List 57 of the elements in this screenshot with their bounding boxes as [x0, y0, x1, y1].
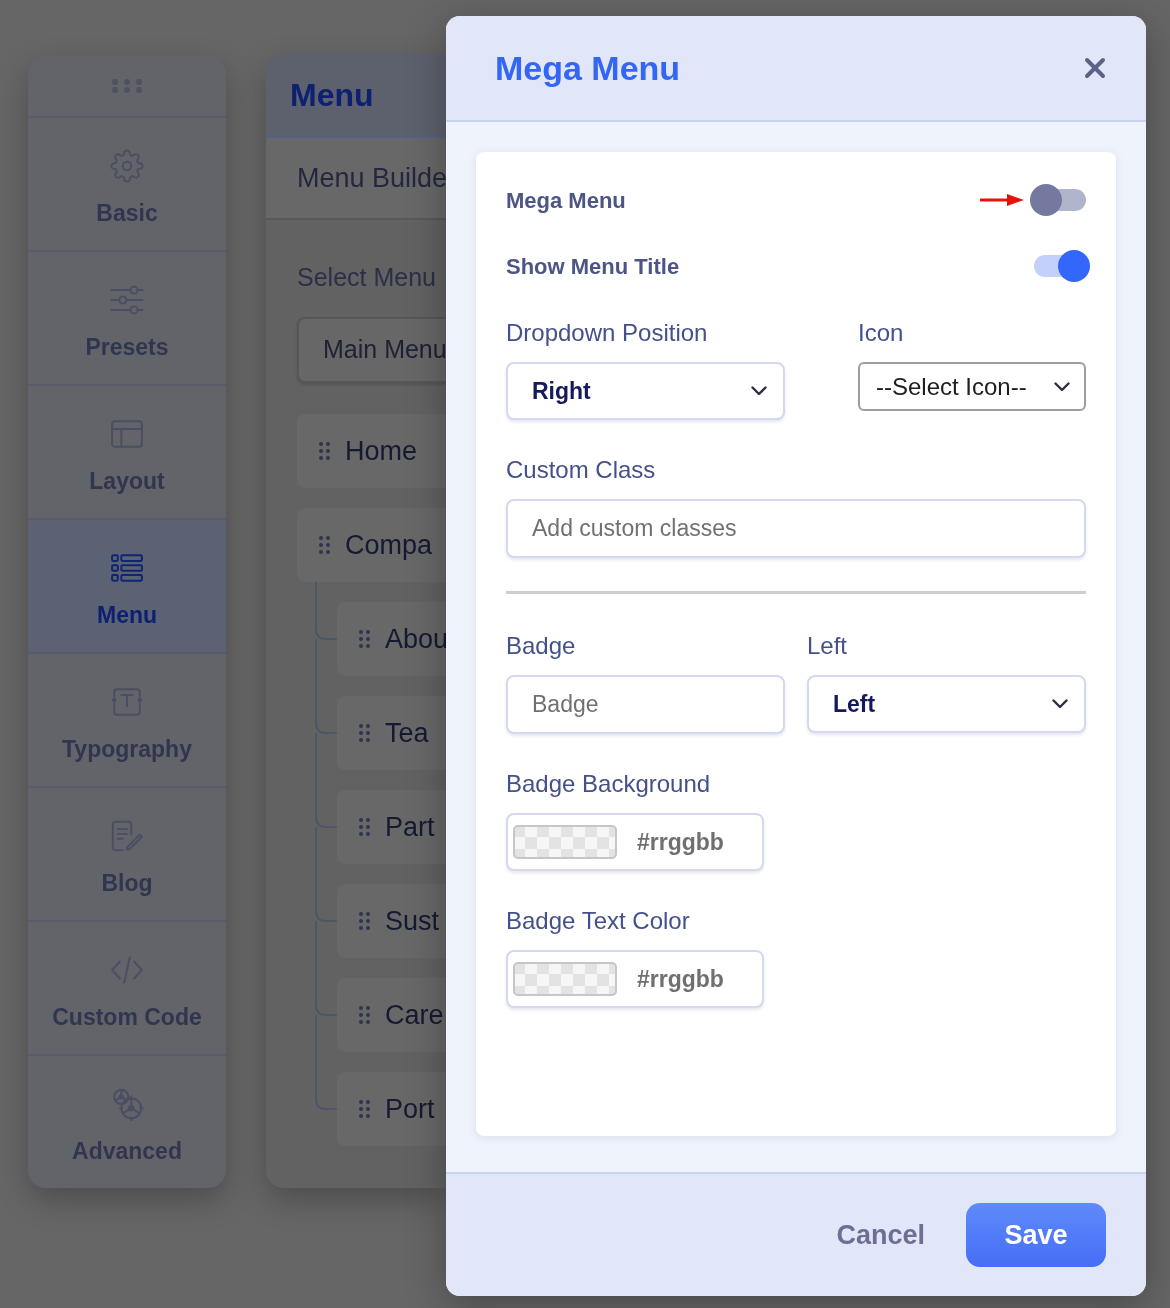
- text-input[interactable]: Badge: [506, 675, 785, 734]
- field-label: Badge Background: [506, 770, 712, 798]
- nav-item[interactable]: Sust: [337, 884, 446, 958]
- gears-icon: [110, 1087, 144, 1121]
- drag-handle-icon: [359, 630, 370, 648]
- document-pencil-icon: [110, 819, 144, 853]
- dropdown-select[interactable]: Right: [506, 362, 785, 420]
- save-button[interactable]: Save: [966, 1203, 1106, 1267]
- chevron-down-icon: [751, 386, 767, 396]
- hex-input[interactable]: #rrggbb: [637, 961, 747, 997]
- text-input[interactable]: Add custom classes: [506, 499, 1086, 558]
- panel-title: Menu: [290, 76, 374, 115]
- field-label: Dropdown Position: [506, 319, 709, 347]
- nav-item[interactable]: Home: [297, 414, 446, 488]
- list-icon: [110, 551, 144, 585]
- code-icon: [110, 953, 144, 987]
- dropdown-select[interactable]: Left: [807, 675, 1086, 733]
- field-label: Left: [807, 632, 849, 660]
- field-label: Select Menu: [297, 262, 437, 292]
- text-frame-icon: [110, 685, 144, 719]
- drag-handle-icon: [319, 442, 330, 460]
- hex-input[interactable]: #rrggbb: [637, 824, 747, 860]
- drag-handle-icon: [359, 724, 370, 742]
- gear-icon: [110, 149, 144, 183]
- nav-item[interactable]: Part: [337, 790, 446, 864]
- drag-handle-icon: [359, 912, 370, 930]
- drag-handle-icon: [359, 1100, 370, 1118]
- nav-item[interactable]: Care: [337, 978, 446, 1052]
- dialog-title: Mega Menu: [495, 47, 681, 89]
- cancel-button[interactable]: Cancel: [836, 1214, 925, 1256]
- sidebar-item[interactable]: Menu: [28, 518, 226, 652]
- field-label: Icon: [858, 319, 905, 347]
- builder-tab[interactable]: Menu Builde: [266, 138, 446, 220]
- color-swatch[interactable]: [513, 962, 617, 996]
- nav-item[interactable]: Port: [337, 1072, 446, 1146]
- chevron-down-icon: [1054, 381, 1070, 392]
- field-label: Badge: [506, 632, 577, 660]
- color-field[interactable]: #rrggbb: [506, 950, 764, 1008]
- nav-item[interactable]: Abou: [337, 602, 446, 676]
- drag-handle-icon: [359, 1006, 370, 1024]
- field-label: Custom Class: [506, 456, 657, 484]
- dropdown-select[interactable]: --Select Icon--: [858, 362, 1086, 411]
- field-label: Badge Text Color: [506, 907, 691, 935]
- close-icon: [1084, 57, 1106, 79]
- toggle-label: Mega Menu: [506, 186, 626, 215]
- nav-item[interactable]: Compa: [297, 508, 446, 582]
- color-swatch[interactable]: [513, 825, 617, 859]
- menu-select[interactable]: Main Menu: [297, 317, 446, 383]
- drag-handle-icon: [319, 536, 330, 554]
- close-button[interactable]: [1084, 57, 1106, 79]
- sliders-icon: [110, 283, 144, 317]
- drag-handle-icon: [359, 818, 370, 836]
- chevron-down-icon: [1052, 699, 1068, 709]
- toggle-label: Show Menu Title: [506, 252, 680, 281]
- layout-icon: [110, 417, 144, 451]
- color-field[interactable]: #rrggbb: [506, 813, 764, 871]
- nav-item[interactable]: Tea: [337, 696, 446, 770]
